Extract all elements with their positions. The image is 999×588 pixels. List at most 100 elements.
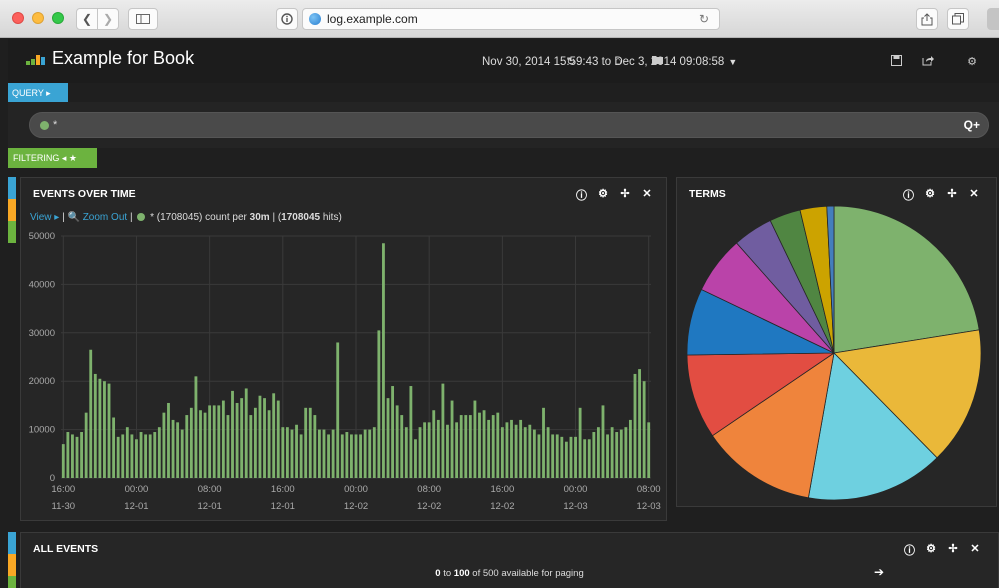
histogram-bar[interactable] — [135, 439, 138, 478]
histogram-bar[interactable] — [217, 405, 221, 478]
view-link[interactable]: View ▸ — [30, 212, 59, 223]
address-bar[interactable]: log.example.com ↻ — [302, 8, 720, 30]
histogram-bar[interactable] — [199, 410, 202, 478]
histogram-bar[interactable] — [647, 422, 651, 478]
histogram-bar[interactable] — [601, 405, 605, 478]
close-window-button[interactable] — [12, 12, 24, 24]
histogram-bar[interactable] — [180, 429, 184, 478]
histogram-bar[interactable] — [532, 429, 536, 478]
histogram-bar[interactable] — [455, 422, 459, 478]
histogram-bar[interactable] — [98, 378, 102, 478]
histogram-bar[interactable] — [167, 402, 170, 478]
folder-open-icon[interactable] — [650, 55, 666, 68]
histogram-bar[interactable] — [555, 434, 559, 478]
histogram-bar[interactable] — [276, 400, 280, 478]
histogram-bar[interactable] — [432, 410, 436, 478]
close-icon[interactable]: ✕ — [970, 542, 980, 558]
histogram-bar[interactable] — [468, 415, 472, 478]
histogram-bar[interactable] — [528, 424, 532, 478]
back-button[interactable]: ❮ — [76, 8, 98, 30]
histogram-bar[interactable] — [317, 429, 321, 478]
histogram-bar[interactable] — [450, 400, 454, 478]
row-color-strip[interactable] — [8, 199, 16, 221]
share-icon[interactable] — [920, 55, 936, 69]
forward-button[interactable]: ❯ — [97, 8, 119, 30]
histogram-bar[interactable] — [226, 415, 230, 478]
histogram-bar[interactable] — [395, 405, 399, 478]
zoom-window-button[interactable] — [52, 12, 64, 24]
histogram-bar[interactable] — [382, 243, 385, 478]
histogram-bar[interactable] — [619, 429, 623, 478]
save-icon[interactable] — [888, 55, 904, 69]
tab-overview-button[interactable] — [947, 8, 969, 30]
reload-icon[interactable]: ↻ — [699, 12, 709, 26]
histogram-bar[interactable] — [629, 419, 632, 478]
histogram-bar[interactable] — [642, 381, 646, 478]
row-color-strip[interactable] — [8, 177, 16, 199]
histogram-bar[interactable] — [363, 429, 367, 478]
histogram-bar[interactable] — [514, 424, 518, 478]
histogram-bar[interactable] — [80, 432, 83, 478]
histogram-bar[interactable] — [610, 427, 614, 478]
histogram-bar[interactable] — [235, 402, 239, 478]
histogram-bar[interactable] — [574, 436, 577, 478]
search-add-icon[interactable]: Q+ — [964, 118, 980, 132]
histogram-bar[interactable] — [313, 415, 317, 478]
histogram-bar[interactable] — [157, 427, 161, 478]
histogram-bar[interactable] — [372, 427, 376, 478]
histogram-bar[interactable] — [409, 386, 413, 478]
events-histogram[interactable]: 0 10000 20000 30000 40000 50000 16:00 11-30 00:0… — [21, 226, 666, 520]
histogram-bar[interactable] — [304, 407, 308, 478]
close-icon[interactable]: ✕ — [642, 187, 652, 203]
histogram-bar[interactable] — [423, 422, 427, 478]
histogram-bar[interactable] — [546, 427, 550, 478]
histogram-bar[interactable] — [377, 330, 381, 478]
histogram-bar[interactable] — [258, 395, 262, 478]
row-color-strip[interactable] — [8, 221, 16, 243]
histogram-bar[interactable] — [203, 412, 207, 478]
histogram-bar[interactable] — [537, 434, 541, 478]
minimize-window-button[interactable] — [32, 12, 44, 24]
histogram-bar[interactable] — [103, 381, 106, 478]
row-color-strip[interactable] — [8, 532, 16, 554]
row-color-strip[interactable] — [8, 576, 16, 588]
histogram-bar[interactable] — [71, 434, 74, 478]
histogram-bar[interactable] — [446, 424, 449, 478]
histogram-bar[interactable] — [464, 415, 468, 478]
histogram-bar[interactable] — [185, 415, 189, 478]
new-tab-button[interactable] — [987, 8, 999, 30]
histogram-bar[interactable] — [368, 429, 372, 478]
histogram-bar[interactable] — [308, 407, 312, 478]
histogram-bar[interactable] — [418, 427, 422, 478]
histogram-bar[interactable] — [171, 419, 175, 478]
zoom-out-link[interactable]: 🔍 Zoom Out — [67, 212, 127, 223]
histogram-bar[interactable] — [441, 383, 445, 478]
histogram-bar[interactable] — [208, 405, 212, 478]
histogram-bar[interactable] — [505, 422, 509, 478]
histogram-bar[interactable] — [130, 434, 134, 478]
histogram-bar[interactable] — [285, 427, 289, 478]
histogram-bar[interactable] — [414, 439, 417, 478]
histogram-bar[interactable] — [189, 407, 193, 478]
histogram-bar[interactable] — [560, 436, 564, 478]
move-icon[interactable]: ✢ — [948, 542, 958, 558]
histogram-bar[interactable] — [564, 441, 568, 478]
histogram-bar[interactable] — [244, 388, 248, 478]
histogram-bar[interactable] — [295, 424, 298, 478]
histogram-bar[interactable] — [491, 415, 495, 478]
sidebar-toggle-button[interactable] — [128, 8, 158, 30]
histogram-bar[interactable] — [66, 432, 70, 478]
histogram-bar[interactable] — [615, 432, 619, 478]
histogram-bar[interactable] — [263, 398, 266, 478]
histogram-bar[interactable] — [93, 373, 97, 478]
info-icon[interactable]: ⓘ — [904, 542, 915, 558]
histogram-bar[interactable] — [267, 410, 271, 478]
histogram-bar[interactable] — [272, 393, 276, 478]
row-color-strip[interactable] — [8, 554, 16, 576]
histogram-bar[interactable] — [148, 434, 152, 478]
share-button[interactable] — [916, 8, 938, 30]
histogram-bar[interactable] — [249, 415, 253, 478]
histogram-bar[interactable] — [359, 434, 362, 478]
histogram-bar[interactable] — [624, 427, 628, 478]
histogram-bar[interactable] — [327, 434, 330, 478]
